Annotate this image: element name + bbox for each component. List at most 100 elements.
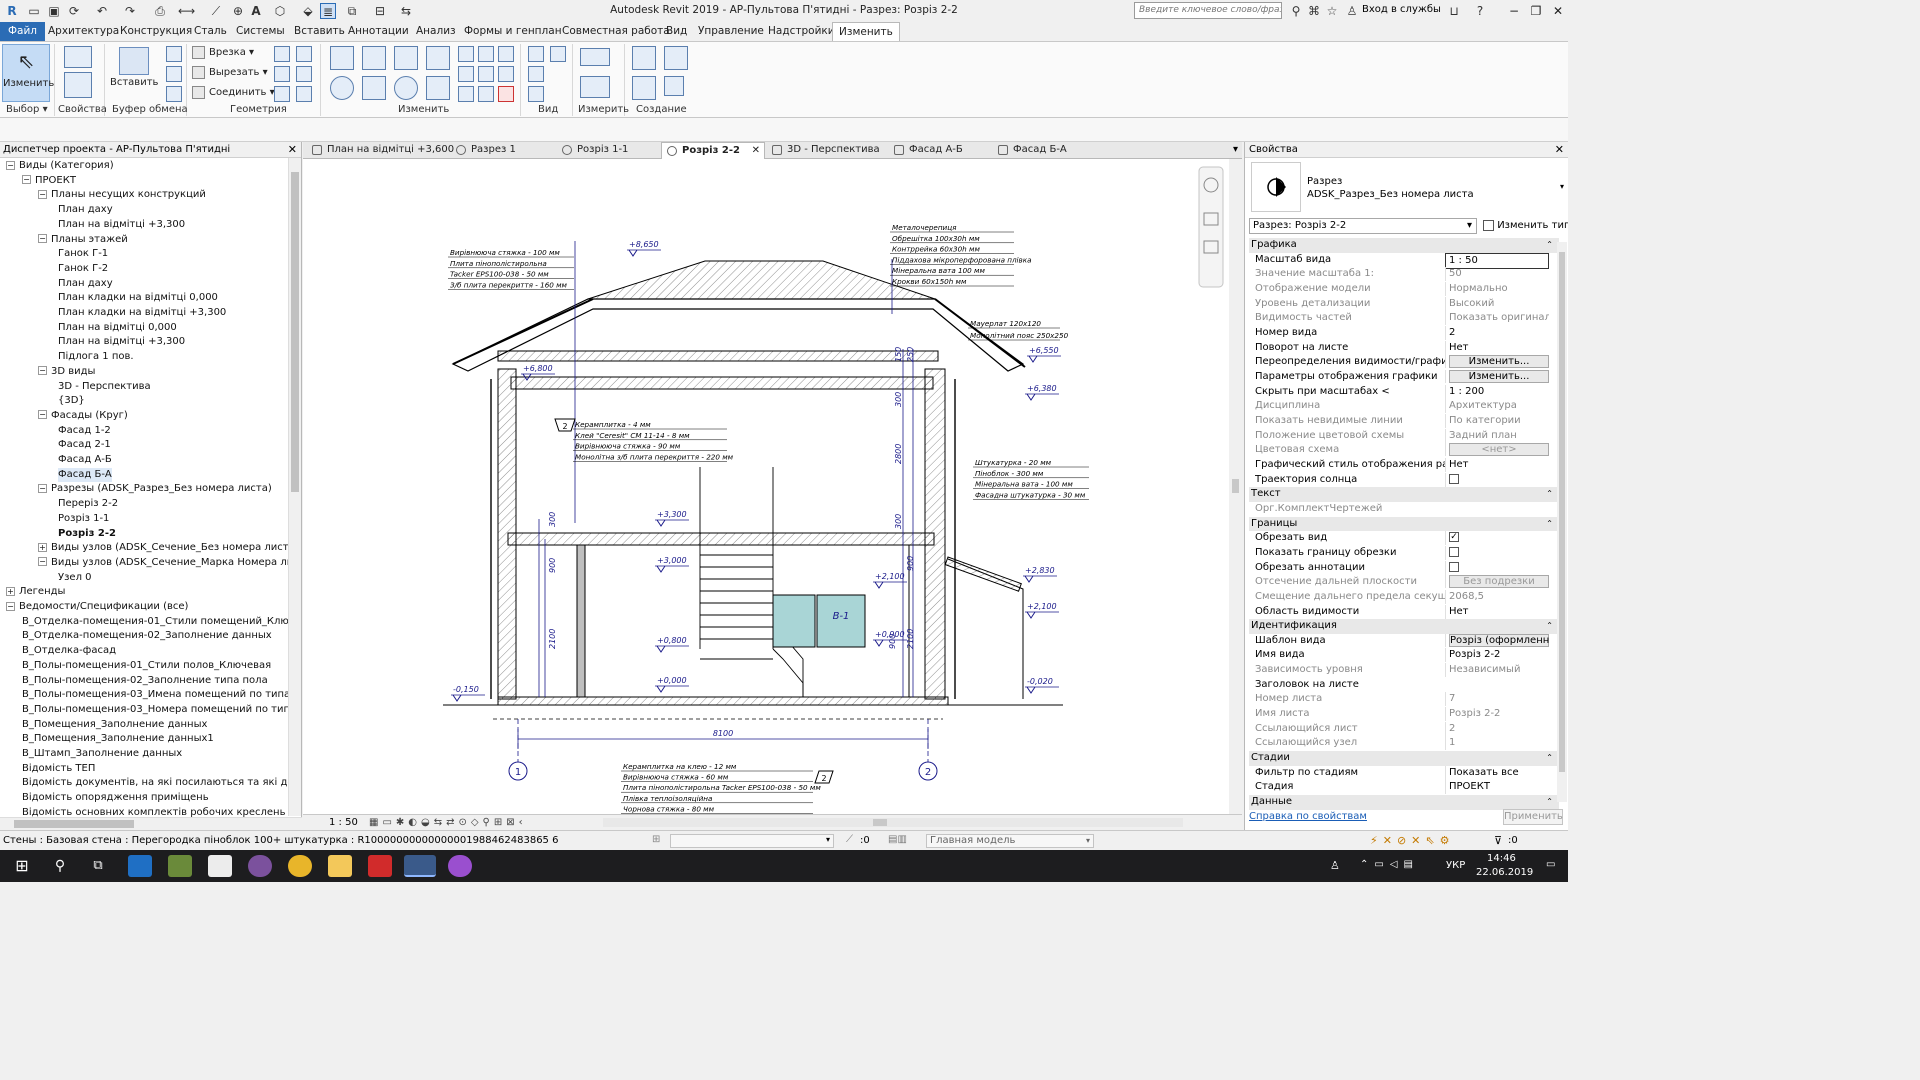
split-icon[interactable] xyxy=(458,46,474,62)
tab-analyze[interactable]: Анализ xyxy=(410,22,462,41)
tree-item[interactable]: В_Отделка-фасад xyxy=(22,644,116,658)
level-mark[interactable]: -0,150 xyxy=(451,685,485,702)
trim-icon[interactable] xyxy=(426,76,450,100)
tab-addins[interactable]: Надстройки xyxy=(762,22,841,41)
property-row[interactable]: Ссылающийся узел 1 xyxy=(1249,736,1559,751)
search-input[interactable]: Введите ключевое слово/фразу xyxy=(1134,2,1282,19)
property-row[interactable]: Обрезать аннотации xyxy=(1249,560,1559,576)
create-assembly-icon[interactable] xyxy=(632,46,656,70)
aligned-dimension-icon[interactable] xyxy=(580,76,610,98)
move-icon[interactable] xyxy=(330,76,354,100)
tree-item[interactable]: В_Отделка-помещения-01_Стили помещений_К… xyxy=(22,615,288,629)
help-icon[interactable]: ? xyxy=(1472,3,1488,19)
demolish-icon[interactable] xyxy=(274,86,290,102)
signin-link[interactable]: Вход в службы xyxy=(1362,4,1441,15)
tree-item[interactable]: План даху xyxy=(58,203,113,217)
rotate-icon[interactable] xyxy=(394,76,418,100)
checkbox[interactable] xyxy=(1449,561,1459,572)
property-row[interactable]: Фильтр по стадиям Показать все xyxy=(1249,765,1559,781)
type-properties-icon[interactable] xyxy=(64,72,92,98)
property-value[interactable]: 7 xyxy=(1445,692,1549,707)
tree-item[interactable]: − Ведомости/Спецификации (все) xyxy=(6,600,188,614)
drawing-canvas[interactable]: В-1 8100 2800 300 150 250 300 900 2100 9… xyxy=(303,159,1242,814)
collapse-icon[interactable]: − xyxy=(38,557,47,567)
tree-item[interactable]: План кладки на відмітці +3,300 xyxy=(58,306,226,320)
selection-options-icons[interactable]: ⚡✕⊘✕⇖⚙ xyxy=(1370,834,1454,847)
property-value[interactable]: Без подрезки xyxy=(1445,575,1549,589)
worksets-icon[interactable]: ⊞ xyxy=(652,834,660,845)
edge-icon[interactable] xyxy=(128,855,152,877)
tab-section-2-2[interactable]: Розріз 2-2 ✕ xyxy=(661,142,765,159)
override-graphics-icon[interactable] xyxy=(528,66,544,82)
tree-item[interactable]: В_Полы-помещения-02_Заполнение типа пола xyxy=(22,674,268,688)
offset-icon[interactable] xyxy=(362,46,386,70)
cut-geometry-button[interactable]: Врезка ▾ xyxy=(192,44,254,62)
level-mark[interactable]: +0,800 xyxy=(655,636,689,653)
property-button[interactable]: <нет> xyxy=(1449,443,1549,457)
notifications-icon[interactable]: ▭ xyxy=(1546,859,1555,870)
property-row[interactable]: Переопределения видимости/графики Изменит… xyxy=(1249,355,1559,370)
canvas-hscroll[interactable] xyxy=(603,818,1183,827)
tree-item[interactable]: План на відмітці +3,300 xyxy=(58,218,185,232)
property-row[interactable]: Стадия ПРОЕКТ xyxy=(1249,780,1559,795)
level-mark[interactable]: +6,550 xyxy=(1027,346,1061,363)
wall-joins-icon[interactable] xyxy=(274,46,290,62)
collapse-section-icon[interactable]: ⌃ xyxy=(1546,238,1553,252)
create-similar-icon[interactable] xyxy=(664,76,684,96)
extend-icon[interactable] xyxy=(478,86,494,102)
tree-item[interactable]: Фасад Б-А xyxy=(58,467,112,482)
collapse-section-icon[interactable]: ⌃ xyxy=(1546,487,1553,501)
tab-facade-ab[interactable]: Фасад А-Б xyxy=(889,142,989,159)
properties-help-link[interactable]: Справка по свойствам xyxy=(1249,811,1367,822)
property-section[interactable]: Данные ⌃ xyxy=(1249,795,1559,810)
property-value[interactable]: Изменить... xyxy=(1445,369,1549,383)
tab-massing[interactable]: Формы и генплан xyxy=(458,22,568,41)
design-option-select[interactable]: Главная модель ▾ xyxy=(926,834,1094,848)
level-mark[interactable]: +8,650 xyxy=(627,240,661,257)
people-icon[interactable]: ♙ xyxy=(1330,859,1340,872)
copy-icon[interactable] xyxy=(166,66,182,82)
property-value[interactable] xyxy=(1445,560,1549,575)
expand-icon[interactable]: + xyxy=(6,586,15,596)
property-row[interactable]: Шаблон вида Розріз (оформлення) xyxy=(1249,633,1559,649)
mirror-draw-icon[interactable] xyxy=(426,46,450,70)
acrobat-icon[interactable] xyxy=(368,855,392,877)
properties-icon[interactable] xyxy=(64,46,92,68)
property-value[interactable]: Розріз 2-2 xyxy=(1445,648,1549,663)
create-parts-icon[interactable] xyxy=(664,46,688,70)
property-row[interactable]: Положение цветовой схемы Задний план xyxy=(1249,428,1559,444)
property-row[interactable]: Масштаб вида 1 : 50 xyxy=(1249,252,1559,269)
measure-distance-icon[interactable] xyxy=(580,48,610,66)
property-row[interactable]: Заголовок на листе xyxy=(1249,678,1559,693)
tree-item[interactable]: В_Полы-помещения-03_Номера помещений по … xyxy=(22,703,288,717)
property-row[interactable]: Параметры отображения графики Изменить... xyxy=(1249,369,1559,385)
tab-architecture[interactable]: Архитектура xyxy=(42,22,125,41)
tree-item[interactable]: В_Помещения_Заполнение данных xyxy=(22,718,207,732)
property-value[interactable]: Высокий xyxy=(1445,296,1549,311)
paint-icon[interactable] xyxy=(274,66,290,82)
tab-collaborate[interactable]: Совместная работа xyxy=(556,22,676,41)
tree-item[interactable]: В_Полы-помещения-03_Имена помещений по т… xyxy=(22,688,288,702)
property-value[interactable]: Задний план xyxy=(1445,428,1549,443)
collapse-icon[interactable]: − xyxy=(38,234,47,243)
tab-3d-perspective[interactable]: 3D - Перспектива xyxy=(767,142,891,159)
tree-item[interactable]: − Планы несущих конструкций xyxy=(38,188,206,202)
group-select-label[interactable]: Выбор ▾ xyxy=(6,104,48,115)
tab-structure[interactable]: Конструкция xyxy=(114,22,198,41)
tree-item[interactable]: Фасад 1-2 xyxy=(58,424,111,438)
copy-element-icon[interactable] xyxy=(362,76,386,100)
property-value[interactable]: 2068,5 xyxy=(1445,589,1549,604)
workset-select[interactable]: ▾ xyxy=(670,834,834,848)
property-row[interactable]: Цветовая схема <нет> xyxy=(1249,443,1559,458)
view-scale[interactable]: 1 : 50 xyxy=(329,817,358,828)
tree-item[interactable]: В_Помещения_Заполнение данных1 xyxy=(22,732,214,746)
browser-scrollbar[interactable] xyxy=(288,158,301,816)
collapse-icon[interactable]: − xyxy=(38,483,47,493)
property-value[interactable]: Архитектура xyxy=(1445,399,1549,414)
property-row[interactable]: Дисциплина Архитектура xyxy=(1249,399,1559,414)
checkbox[interactable]: ✓ xyxy=(1449,532,1459,543)
property-row[interactable]: Область видимости Нет xyxy=(1249,604,1559,620)
trim-multiple-icon[interactable] xyxy=(458,86,474,102)
tree-item[interactable]: Ганок Г-2 xyxy=(58,262,108,276)
tab-plan-3600[interactable]: План на відмітці +3,600 xyxy=(307,142,454,159)
